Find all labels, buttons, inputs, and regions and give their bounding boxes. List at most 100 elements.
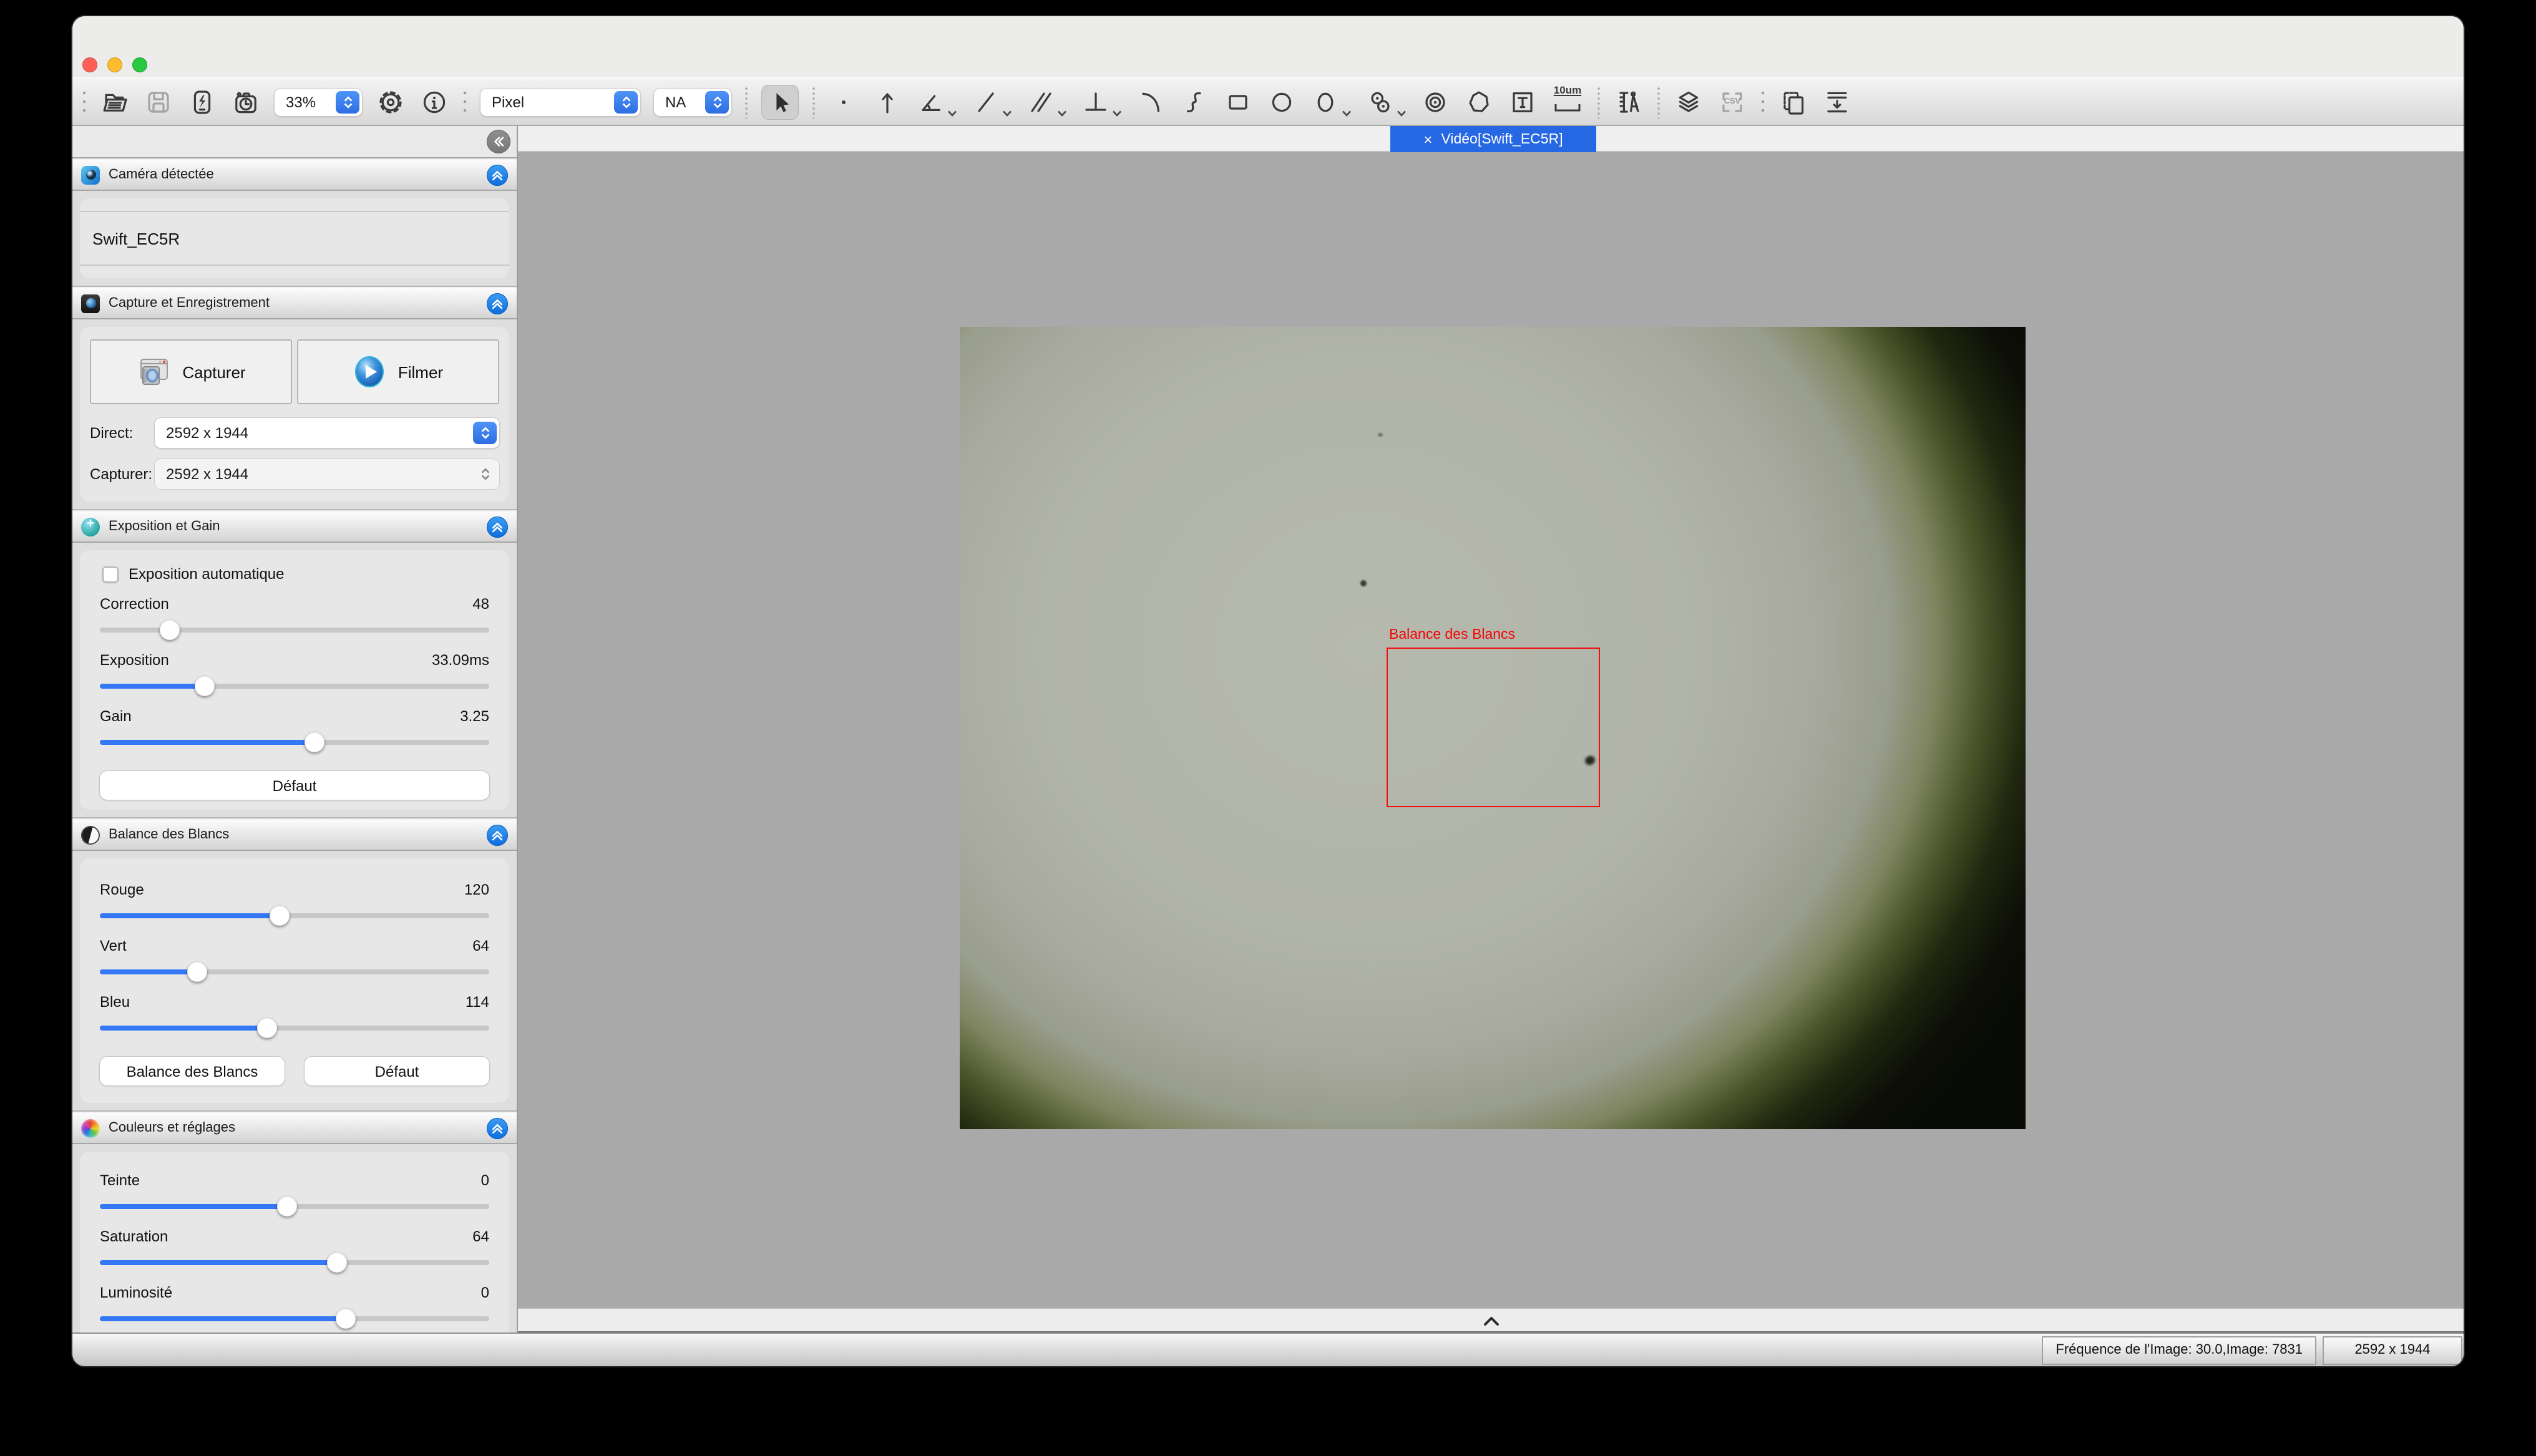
- chevron-down-icon[interactable]: [1397, 104, 1407, 117]
- parallel-lines-tool-icon[interactable]: [1026, 87, 1056, 117]
- point-tool-icon[interactable]: [829, 87, 859, 117]
- panel-capture-header[interactable]: Capture et Enregistrement: [72, 287, 517, 319]
- arc-tool-icon[interactable]: [1136, 87, 1166, 117]
- concentric-circles-tool-icon[interactable]: [1420, 87, 1450, 117]
- toolbar-separator: [82, 88, 86, 115]
- colors-icon: [81, 1119, 100, 1137]
- slider-thumb[interactable]: [269, 905, 289, 925]
- chevron-down-icon[interactable]: [947, 104, 957, 117]
- panel-exposure-header[interactable]: Exposition et Gain: [72, 510, 517, 543]
- gear-icon[interactable]: [376, 87, 406, 117]
- tab-video[interactable]: × Vidéo[Swift_EC5R]: [1390, 126, 1596, 152]
- slider-thumb[interactable]: [304, 732, 324, 752]
- slider-thumb[interactable]: [257, 1017, 277, 1037]
- slider-thumb[interactable]: [195, 676, 215, 696]
- export-icon[interactable]: [1822, 87, 1852, 117]
- arrow-tool-icon[interactable]: [872, 87, 902, 117]
- layers-icon[interactable]: [1674, 87, 1704, 117]
- slider-label: Gain: [100, 707, 132, 725]
- collapse-panel-button[interactable]: [487, 1117, 508, 1138]
- green-slider[interactable]: [100, 959, 489, 984]
- open-file-icon[interactable]: [100, 87, 130, 117]
- panel-colors-header[interactable]: Couleurs et réglages: [72, 1112, 517, 1144]
- camera-detected-icon: [81, 165, 100, 184]
- still-resolution-value: 2592 x 1944: [166, 465, 248, 483]
- collapse-panel-button[interactable]: [487, 824, 508, 845]
- exposure-default-button[interactable]: Défaut: [100, 771, 489, 800]
- curve-tool-icon[interactable]: [1179, 87, 1209, 117]
- red-slider[interactable]: [100, 903, 489, 928]
- chevron-down-icon[interactable]: [1057, 104, 1067, 117]
- correction-slider[interactable]: [100, 618, 489, 643]
- record-button[interactable]: Filmer: [297, 339, 499, 404]
- slider-thumb[interactable]: [277, 1196, 297, 1216]
- tab-close-icon[interactable]: ×: [1423, 132, 1432, 147]
- slider-thumb[interactable]: [160, 619, 180, 639]
- slider-fill: [100, 740, 314, 744]
- angle-tool-icon[interactable]: [916, 87, 946, 117]
- gain-slider[interactable]: [100, 730, 489, 755]
- na-select[interactable]: NA: [654, 88, 731, 115]
- line-tool-icon[interactable]: [971, 87, 1001, 117]
- chevron-down-icon[interactable]: [1342, 104, 1352, 117]
- panel-camera-header[interactable]: Caméra détectée: [72, 158, 517, 191]
- capture-button[interactable]: Capturer: [90, 339, 292, 404]
- blue-slider[interactable]: [100, 1016, 489, 1041]
- live-video-frame[interactable]: Balance des Blancs: [960, 327, 2026, 1129]
- slider-value: 0: [481, 1284, 489, 1301]
- bottom-panel-toggle[interactable]: [518, 1308, 2464, 1332]
- white-balance-default-button[interactable]: Défaut: [305, 1057, 489, 1085]
- exposure-slider[interactable]: [100, 674, 489, 699]
- linked-circles-tool-icon[interactable]: [1365, 87, 1395, 117]
- auto-exposure-checkbox[interactable]: [102, 566, 119, 582]
- white-balance-button-label: Balance des Blancs: [127, 1062, 258, 1080]
- chevron-down-icon[interactable]: [1002, 104, 1012, 117]
- collapse-panel-button[interactable]: [487, 164, 508, 185]
- sidebar-collapse-button[interactable]: [487, 130, 510, 153]
- live-resolution-select[interactable]: 2592 x 1944: [155, 418, 499, 448]
- panel-white-balance-header[interactable]: Balance des Blancs: [72, 818, 517, 851]
- perpendicular-tool-icon[interactable]: [1081, 87, 1111, 117]
- angle-tool-group: [916, 87, 957, 117]
- close-window-button[interactable]: [82, 57, 97, 72]
- flash-capture-icon[interactable]: [187, 87, 217, 117]
- calipers-icon[interactable]: [1614, 87, 1644, 117]
- slider-thumb[interactable]: [328, 1252, 348, 1272]
- dust-speck: [1378, 433, 1383, 437]
- hue-slider[interactable]: [100, 1194, 489, 1219]
- white-balance-region[interactable]: [1387, 648, 1600, 807]
- copy-icon[interactable]: [1778, 87, 1808, 117]
- text-tool-icon[interactable]: [1508, 87, 1538, 117]
- minimize-window-button[interactable]: [107, 57, 122, 72]
- video-viewport[interactable]: Balance des Blancs: [518, 152, 2464, 1308]
- saturation-slider[interactable]: [100, 1250, 489, 1275]
- title-bar[interactable]: [72, 16, 2464, 77]
- collapse-panel-button[interactable]: [487, 516, 508, 537]
- zoom-value: 33%: [286, 93, 316, 110]
- scale-bar-tool[interactable]: 10um: [1551, 85, 1584, 119]
- chevron-down-icon[interactable]: [1112, 104, 1122, 117]
- unit-select[interactable]: Pixel: [480, 88, 640, 115]
- still-resolution-select[interactable]: 2592 x 1944: [155, 459, 499, 489]
- toolbar-separator: [812, 85, 815, 118]
- zoom-window-button[interactable]: [132, 57, 147, 72]
- pointer-tool-icon[interactable]: [761, 84, 799, 119]
- slider-thumb[interactable]: [335, 1308, 355, 1328]
- camera-device-item[interactable]: Swift_EC5R: [80, 211, 509, 266]
- slider-thumb[interactable]: [187, 961, 207, 981]
- info-icon[interactable]: [419, 87, 449, 117]
- rectangle-tool-icon[interactable]: [1223, 87, 1253, 117]
- zoom-select[interactable]: 33%: [275, 88, 362, 115]
- camera-timer-icon[interactable]: [231, 87, 261, 117]
- ellipse-tool-icon[interactable]: [1310, 87, 1340, 117]
- panel-title: Exposition et Gain: [109, 519, 478, 534]
- collapse-panel-button[interactable]: [487, 293, 508, 314]
- brightness-slider[interactable]: [100, 1306, 489, 1331]
- panel-colors-body: Teinte0 Saturation64: [72, 1144, 517, 1332]
- polygon-tool-icon[interactable]: [1464, 87, 1494, 117]
- exposure-default-label: Défaut: [273, 777, 317, 794]
- circle-tool-icon[interactable]: [1267, 87, 1297, 117]
- white-balance-icon: [81, 825, 100, 844]
- white-balance-button[interactable]: Balance des Blancs: [100, 1057, 285, 1085]
- slider-fill: [100, 913, 279, 918]
